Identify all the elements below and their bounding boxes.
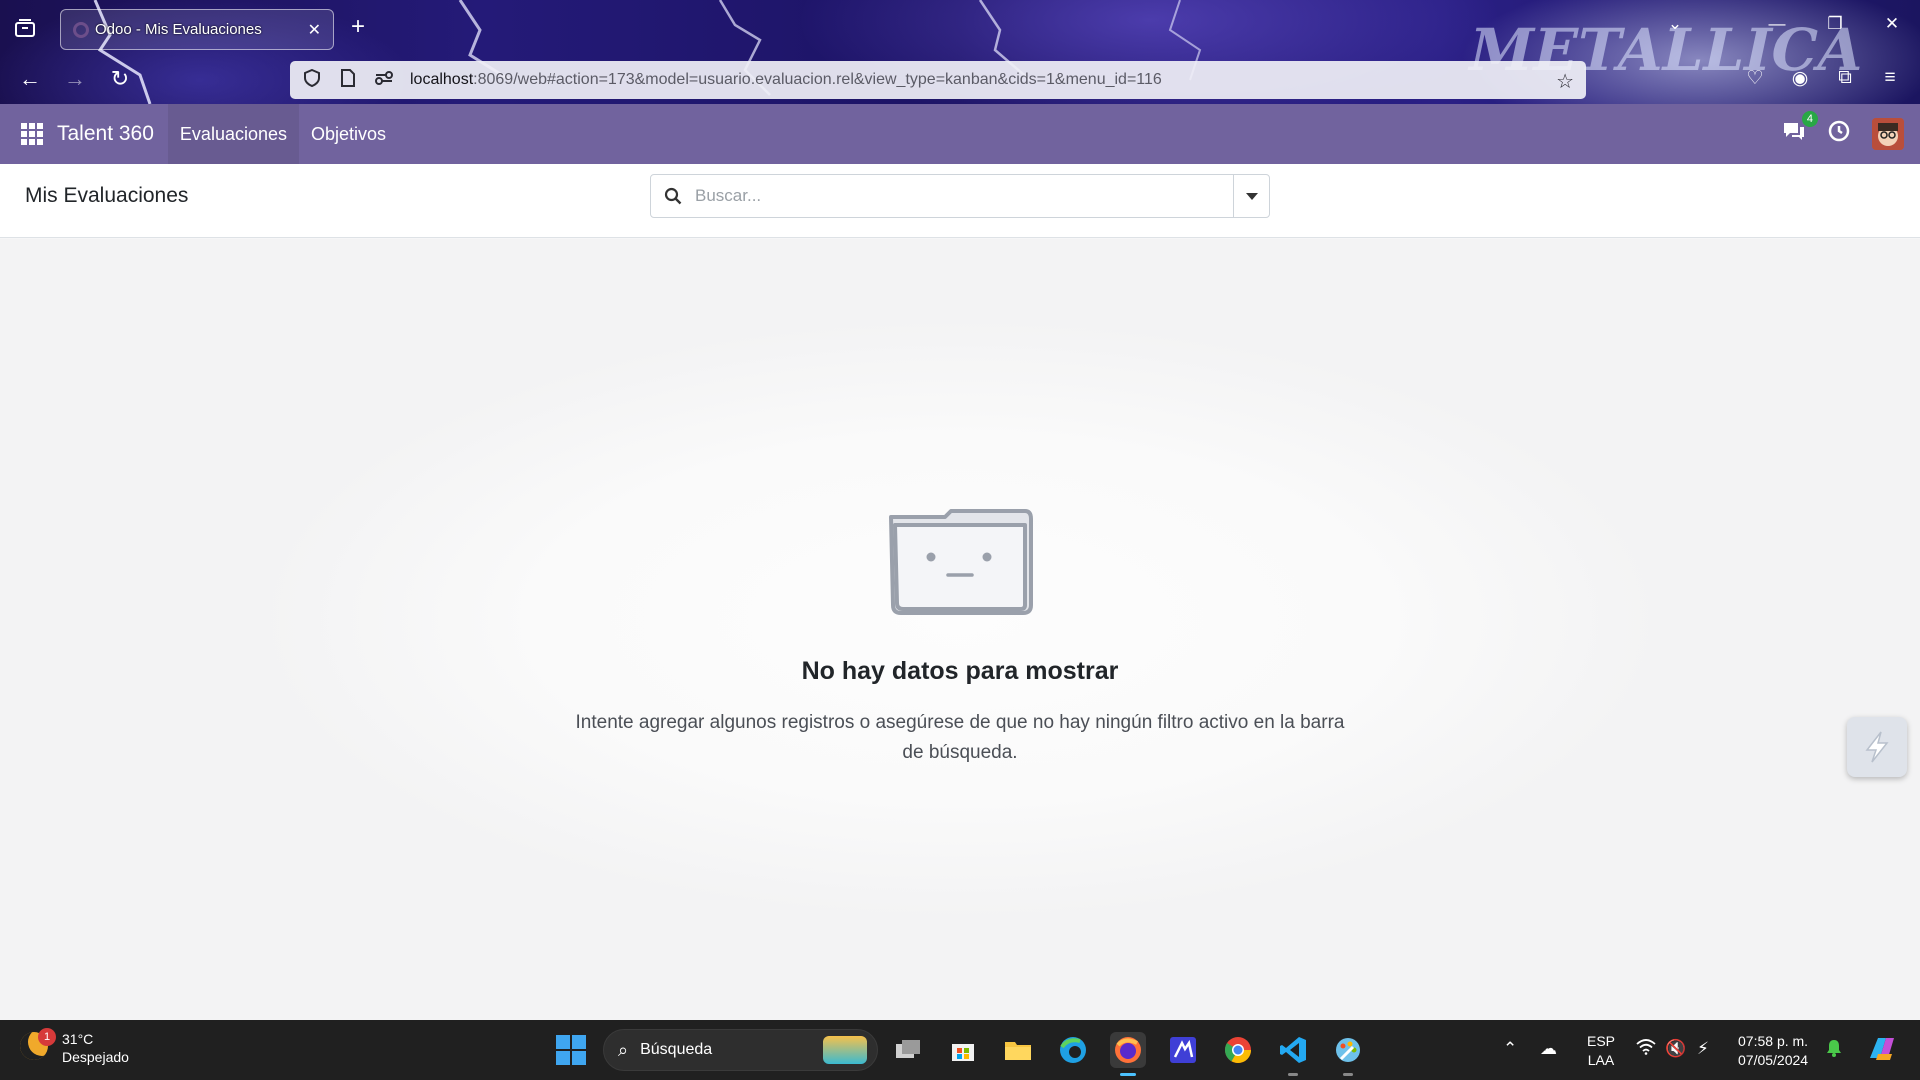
search-input[interactable]	[695, 186, 1233, 206]
floating-widget-button[interactable]	[1847, 717, 1907, 777]
extensions-icon[interactable]: ⧉	[1832, 67, 1858, 89]
volume-muted-icon[interactable]: 🔇	[1665, 1039, 1686, 1059]
tab-list-icon[interactable]	[12, 15, 38, 41]
caret-down-icon	[1245, 192, 1258, 200]
pocket-icon[interactable]: ♡	[1742, 67, 1768, 90]
edge-browser-icon[interactable]	[1055, 1032, 1091, 1068]
onedrive-icon[interactable]: ☁	[1540, 1039, 1557, 1059]
app-name[interactable]: Talent 360	[57, 122, 154, 146]
reload-icon[interactable]: ↻	[106, 66, 134, 91]
new-tab-button[interactable]: +	[351, 13, 365, 41]
paint-icon[interactable]	[1330, 1032, 1366, 1076]
task-view-icon[interactable]	[890, 1032, 926, 1068]
taskbar-search[interactable]: ⌕ Búsqueda	[603, 1029, 878, 1071]
shield-icon[interactable]	[302, 68, 322, 92]
clock-date: 07/05/2024	[1738, 1052, 1809, 1068]
search-options-toggle[interactable]	[1233, 175, 1269, 217]
visual-studio-icon[interactable]	[1165, 1032, 1201, 1068]
chevron-down-icon[interactable]: ⌄	[1660, 14, 1690, 34]
clock-icon	[1828, 120, 1850, 142]
permissions-icon[interactable]	[374, 70, 394, 90]
firefox-icon[interactable]	[1110, 1032, 1146, 1076]
systray: 4	[1782, 104, 1920, 164]
url-host: localhost	[410, 71, 474, 88]
browser-tab-active[interactable]: Odoo - Mis Evaluaciones ✕	[60, 9, 334, 50]
url-path: :8069/web#action=173&model=usuario.evalu…	[473, 71, 1162, 88]
copilot-icon[interactable]	[1866, 1034, 1898, 1069]
chevron-up-icon[interactable]: ⌃	[1503, 1039, 1517, 1059]
restore-icon[interactable]: ❐	[1820, 14, 1850, 34]
empty-state-text: Intente agregar algunos registros o aseg…	[575, 712, 1345, 763]
bookmark-star-icon[interactable]: ☆	[1556, 69, 1574, 94]
minimize-icon[interactable]: —	[1762, 14, 1792, 34]
tab-title: Odoo - Mis Evaluaciones	[95, 21, 262, 38]
messages-button[interactable]: 4	[1782, 111, 1818, 148]
menu-objetivos[interactable]: Objetivos	[299, 104, 398, 164]
keyboard-layout: LAA	[1587, 1052, 1615, 1068]
windows-taskbar: 1 31°C Despejado ⌕ Búsqueda ⌃ ☁ ESP LAA …	[0, 1020, 1920, 1080]
weather-desc: Despejado	[62, 1049, 129, 1065]
browser-chrome: METALLICA Odoo - Mis Evaluaciones ✕ + ⌄ …	[0, 0, 1920, 104]
page-icon[interactable]	[338, 68, 358, 92]
tab-bar: Odoo - Mis Evaluaciones ✕ + ⌄ — ❐ ✕	[0, 0, 1920, 54]
close-window-icon[interactable]: ✕	[1877, 14, 1907, 34]
menu-objetivos-label: Objetivos	[311, 123, 387, 144]
odoo-navbar: Talent 360 Evaluaciones Objetivos 4	[0, 104, 1920, 164]
weather-temp: 31°C	[62, 1031, 94, 1047]
close-tab-icon[interactable]: ✕	[308, 20, 321, 40]
language-code: ESP	[1587, 1033, 1616, 1049]
windows-start-icon[interactable]	[556, 1035, 586, 1065]
search-icon	[651, 187, 695, 205]
search-highlight-art	[823, 1036, 867, 1064]
battery-charging-icon[interactable]: ⚡	[1697, 1039, 1709, 1059]
empty-state-title: No hay datos para mostrar	[801, 657, 1119, 685]
clock[interactable]: 07:58 p. m. 07/05/2024	[1738, 1032, 1808, 1070]
messages-badge: 4	[1801, 111, 1818, 127]
empty-folder-icon	[889, 509, 1033, 615]
back-icon[interactable]: ←	[16, 66, 44, 91]
control-panel: Mis Evaluaciones	[0, 164, 1920, 238]
menu-icon[interactable]: ≡	[1877, 67, 1903, 89]
microsoft-store-icon[interactable]	[945, 1032, 981, 1068]
vscode-icon[interactable]	[1275, 1032, 1311, 1076]
search-icon: ⌕	[618, 1039, 629, 1060]
language-indicator[interactable]: ESP LAA	[1587, 1032, 1615, 1070]
weather-widget[interactable]: 1 31°C Despejado	[20, 1028, 129, 1066]
file-explorer-icon[interactable]	[1000, 1032, 1036, 1068]
activities-button[interactable]	[1828, 120, 1850, 148]
moon-icon: 1	[20, 1028, 56, 1064]
taskbar-search-label: Búsqueda	[640, 1041, 713, 1058]
apps-grid-icon[interactable]	[21, 123, 43, 145]
chrome-icon[interactable]	[1220, 1032, 1256, 1068]
odoo-favicon-icon	[73, 21, 89, 38]
avatar-face-icon	[1872, 118, 1904, 150]
menu-evaluaciones-label: Evaluaciones	[179, 123, 287, 144]
url-text[interactable]: localhost:8069/web#action=173&model=usua…	[410, 71, 1162, 89]
menu-evaluaciones[interactable]: Evaluaciones	[167, 104, 299, 164]
kanban-view: No hay datos para mostrar Intente agrega…	[0, 239, 1920, 1020]
wifi-icon[interactable]	[1636, 1039, 1656, 1060]
account-icon[interactable]: ◉	[1787, 67, 1813, 90]
weather-alert-badge: 1	[38, 1028, 56, 1046]
address-bar[interactable]: localhost:8069/web#action=173&model=usua…	[290, 61, 1586, 99]
notification-bell-icon[interactable]	[1826, 1039, 1842, 1062]
user-avatar[interactable]	[1872, 118, 1904, 150]
breadcrumb: Mis Evaluaciones	[25, 184, 189, 207]
navigation-toolbar: ← → ↻ localhost:8069/web#action=173&mode…	[0, 54, 1920, 104]
empty-state: No hay datos para mostrar Intente agrega…	[0, 509, 1920, 768]
clock-time: 07:58 p. m.	[1738, 1033, 1809, 1049]
search-bar[interactable]	[650, 174, 1270, 218]
forward-icon[interactable]: →	[61, 66, 89, 91]
lightning-icon	[1865, 731, 1889, 763]
